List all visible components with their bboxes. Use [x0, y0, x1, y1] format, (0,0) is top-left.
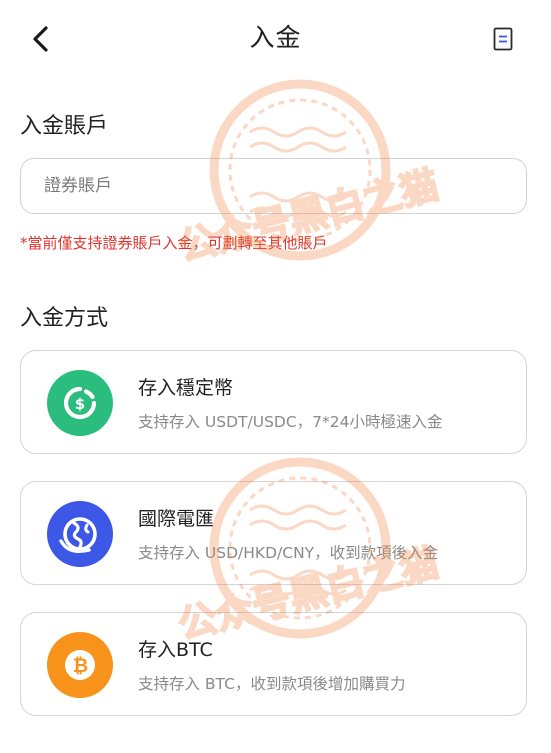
method-card-btc[interactable]: ₿ 存入BTC 支持存入 BTC，收到款項後增加購買力: [20, 612, 527, 716]
account-section-title: 入金賬戶: [20, 114, 109, 139]
method-description: 支持存入 BTC，收到款項後增加購買力: [138, 675, 406, 693]
svg-text:₿: ₿: [73, 655, 88, 677]
svg-text:$: $: [75, 395, 85, 413]
method-card-stablecoin[interactable]: $ 存入穩定幣 支持存入 USDT/USDC，7*24小時極速入金: [20, 350, 527, 454]
method-title: 存入BTC: [138, 639, 213, 661]
method-card-wire-transfer[interactable]: 國際電匯 支持存入 USD/HKD/CNY，收到款項後入金: [20, 481, 527, 585]
document-icon: [493, 27, 513, 51]
method-section-title: 入金方式: [20, 306, 109, 331]
stablecoin-icon: $: [47, 370, 113, 436]
records-button[interactable]: [489, 24, 517, 54]
globe-wire-icon: [47, 501, 113, 567]
method-description: 支持存入 USDT/USDC，7*24小時極速入金: [138, 413, 443, 431]
account-notice: *當前僅支持證券賬戶入金，可劃轉至其他賬戶: [20, 234, 328, 252]
method-title: 國際電匯: [138, 508, 215, 530]
method-title: 存入穩定幣: [138, 377, 234, 399]
method-description: 支持存入 USD/HKD/CNY，收到款項後入金: [138, 544, 439, 562]
top-bar: 入金: [0, 0, 551, 78]
bitcoin-icon: ₿: [47, 632, 113, 698]
securities-account-field[interactable]: [20, 158, 527, 214]
page-title: 入金: [249, 23, 302, 52]
